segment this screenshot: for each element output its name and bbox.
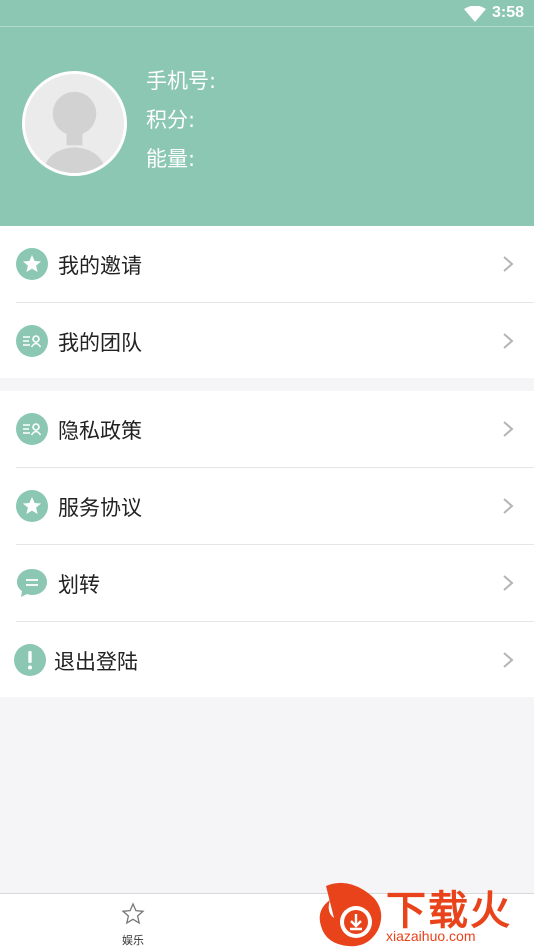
- menu-label: 隐私政策: [58, 419, 142, 443]
- menu-item-my-team[interactable]: 我的团队: [0, 303, 534, 380]
- points-label: 积分:: [146, 108, 196, 132]
- menu-group-1: 我的邀请 我的团队: [0, 226, 534, 378]
- chat-icon: [17, 569, 47, 597]
- status-time: 3:58: [491, 4, 524, 21]
- menu-item-transfer[interactable]: 划转: [0, 545, 534, 622]
- star-icon: [16, 490, 48, 522]
- star-icon: [16, 248, 48, 280]
- menu-item-logout[interactable]: 退出登陆: [0, 622, 534, 699]
- chevron-right-icon: [503, 333, 514, 349]
- menu-item-service-agreement[interactable]: 服务协议: [0, 468, 534, 545]
- star-outline-icon: [121, 902, 145, 925]
- menu-item-privacy-policy[interactable]: 隐私政策: [0, 391, 534, 468]
- energy-label: 能量:: [146, 147, 196, 171]
- phone-label: 手机号:: [146, 69, 217, 93]
- menu-label: 服务协议: [58, 496, 142, 520]
- team-icon: [16, 413, 48, 445]
- chevron-right-icon: [503, 256, 514, 272]
- tab-label: 娱乐: [122, 934, 144, 947]
- wifi-icon: [464, 6, 486, 22]
- user-info: 手机号: 积分: 能量:: [146, 62, 216, 179]
- chevron-right-icon: [503, 575, 514, 591]
- chevron-right-icon: [503, 498, 514, 514]
- avatar[interactable]: [22, 71, 127, 176]
- menu-label: 我的邀请: [58, 254, 142, 278]
- menu-label: 退出登陆: [54, 650, 138, 674]
- chevron-right-icon: [503, 421, 514, 437]
- flame-logo-icon: [319, 882, 382, 947]
- default-avatar-icon: [25, 74, 124, 173]
- menu-label: 我的团队: [58, 331, 142, 355]
- watermark: 下载火 xiazaihuo.com: [316, 878, 534, 949]
- chevron-right-icon: [503, 652, 514, 668]
- menu-item-my-invitations[interactable]: 我的邀请: [0, 226, 534, 303]
- exclamation-icon: [14, 644, 46, 676]
- watermark-url: xiazaihuo.com: [386, 928, 476, 944]
- tab-entertainment[interactable]: 娱乐: [110, 902, 156, 948]
- status-bar: 3:58: [0, 0, 534, 27]
- team-icon: [16, 325, 48, 357]
- menu-label: 划转: [58, 573, 100, 597]
- profile-header: 3:58 手机号: 积分: 能量:: [0, 0, 534, 226]
- menu-group-2: 隐私政策 服务协议 划转 退出登陆: [0, 391, 534, 697]
